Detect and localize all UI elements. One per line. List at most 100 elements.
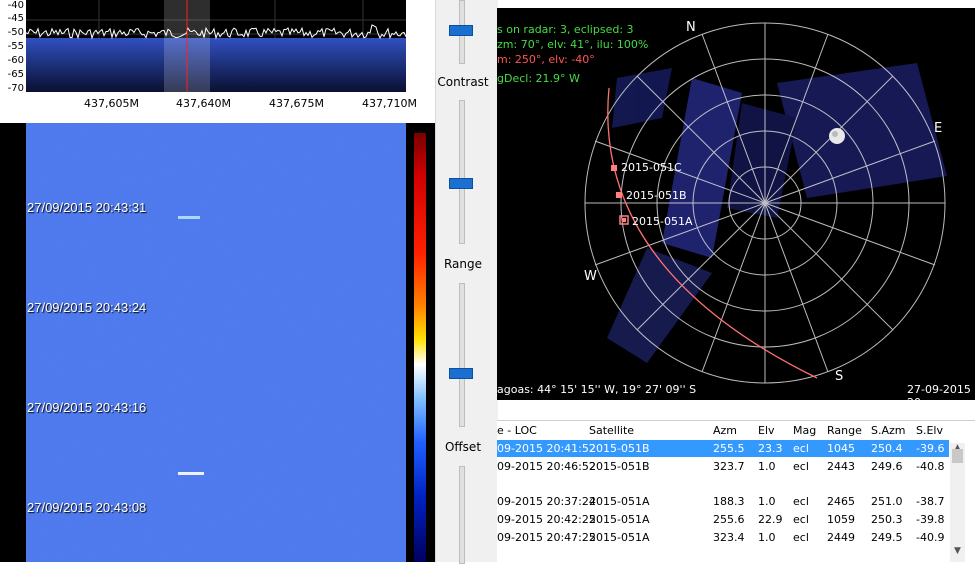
scroll-thumb[interactable] — [952, 449, 963, 463]
spectrum-x-label: 437,710M — [362, 97, 417, 110]
cell-satellite: 2015-051B — [589, 442, 650, 455]
column-header-elv[interactable]: Elv — [758, 424, 775, 437]
color-scale-bar — [414, 133, 426, 562]
cell-time: 09-2015 20:47:25 — [497, 531, 596, 544]
spectrum-y-label: -55 — [7, 41, 24, 52]
compass-north: N — [686, 20, 696, 35]
cell-elv: 1.0 — [758, 495, 776, 508]
column-header-mag[interactable]: Mag — [793, 424, 816, 437]
waterfall-timestamp: 27/09/2015 20:43:08 — [27, 500, 147, 515]
radar-view[interactable]: s on radar: 3, eclipsed: 3 zm: 70°, elv:… — [497, 8, 975, 400]
spectrum-y-label: -50 — [7, 27, 24, 38]
cell-elv: 22.9 — [758, 513, 783, 526]
cell-satellite: 2015-051A — [589, 531, 650, 544]
radar-info-line: zm: 70°, elv: 41°, ilu: 100% — [497, 38, 649, 51]
satellite-label[interactable]: 2015-051A — [632, 215, 692, 228]
cell-time: 09-2015 20:37:24 — [497, 495, 596, 508]
cell-azm: 255.5 — [713, 442, 745, 455]
contrast-slider-thumb[interactable] — [449, 25, 473, 36]
compass-west: W — [584, 269, 597, 284]
spectrum-plot[interactable] — [26, 0, 406, 92]
cell-range: 2465 — [827, 495, 855, 508]
radar-info-line: gDecl: 21.9° W — [497, 72, 580, 85]
spectrum-x-label: 437,640M — [176, 97, 231, 110]
cell-mag: ecl — [793, 442, 809, 455]
table-row[interactable]: 09-2015 20:42:25 2015-051A 255.6 22.9 ec… — [497, 511, 949, 528]
satellite-label[interactable]: 2015-051B — [626, 189, 687, 202]
waterfall-panel[interactable]: 27/09/2015 20:43:31 27/09/2015 20:43:24 … — [0, 123, 435, 562]
cell-selv: -39.8 — [916, 513, 945, 526]
spectrum-x-label: 437,675M — [269, 97, 324, 110]
cell-range: 2449 — [827, 531, 855, 544]
range-slider-track[interactable] — [459, 100, 465, 244]
cell-time: 09-2015 20:42:25 — [497, 513, 596, 526]
spectrum-x-label: 437,605M — [84, 97, 139, 110]
radar-info-line: s on radar: 3, eclipsed: 3 — [497, 23, 634, 36]
compass-east: E — [934, 121, 943, 136]
waterfall-display — [26, 123, 406, 562]
cell-range: 1045 — [827, 442, 855, 455]
column-header-azm[interactable]: Azm — [713, 424, 737, 437]
table-row[interactable]: 09-2015 20:46:52 2015-051B 323.7 1.0 ecl… — [497, 458, 949, 475]
cell-sazm: 250.3 — [871, 513, 903, 526]
cell-range: 1059 — [827, 513, 855, 526]
cell-satellite: 2015-051A — [589, 513, 650, 526]
column-header-selv[interactable]: S.Elv — [916, 424, 943, 437]
waterfall-timestamp: 27/09/2015 20:43:24 — [27, 300, 147, 315]
table-row[interactable]: 09-2015 20:47:25 2015-051A 323.4 1.0 ecl… — [497, 529, 949, 546]
cell-mag: ecl — [793, 495, 809, 508]
waterfall-timestamp: 27/09/2015 20:43:16 — [27, 400, 147, 415]
offset-slider-track[interactable] — [459, 283, 465, 427]
cell-selv: -40.8 — [916, 460, 945, 473]
pass-prediction-table[interactable]: e - LOC Satellite Azm Elv Mag Range S.Az… — [497, 420, 975, 563]
offset-label: Offset — [444, 440, 482, 454]
column-header-time[interactable]: e - LOC — [497, 424, 537, 437]
cell-time: 09-2015 20:41:52 — [497, 442, 596, 455]
cell-satellite: 2015-051A — [589, 495, 650, 508]
cell-azm: 188.3 — [713, 495, 745, 508]
radar-datetime: 27-09-2015 20 — [907, 383, 971, 400]
cell-elv: 1.0 — [758, 531, 776, 544]
cell-selv: -39.6 — [916, 442, 945, 455]
cell-mag: ecl — [793, 531, 809, 544]
cell-time: 09-2015 20:46:52 — [497, 460, 596, 473]
cell-elv: 23.3 — [758, 442, 783, 455]
radar-info-line: m: 250°, elv: -40° — [497, 53, 595, 66]
table-row[interactable]: 09-2015 20:41:52 2015-051B 255.5 23.3 ec… — [497, 440, 949, 457]
table-scrollbar[interactable]: ▲ ▼ — [950, 443, 965, 562]
cell-selv: -38.7 — [916, 495, 945, 508]
contrast-label: Contrast — [437, 75, 489, 89]
spectrum-y-label: -60 — [7, 55, 24, 66]
observer-location: agoas: 44° 15' 15'' W, 19° 27' 09'' S — [497, 383, 697, 396]
scroll-down-arrow-icon[interactable]: ▼ — [952, 546, 963, 560]
compass-south: S — [835, 369, 844, 384]
spectrum-panel[interactable]: -40 -45 -50 -55 -60 -65 -70 437,605M 437… — [0, 0, 435, 120]
range-label: Range — [443, 257, 483, 271]
spectrum-y-label: -65 — [7, 69, 24, 80]
spectrum-graph — [26, 0, 406, 92]
polar-radar-chart — [584, 22, 947, 384]
cell-azm: 323.7 — [713, 460, 745, 473]
display-controls: Contrast Range Offset — [435, 0, 498, 564]
satellite-background-image — [607, 63, 947, 363]
cell-satellite: 2015-051B — [589, 460, 650, 473]
spectrum-y-label: -45 — [7, 13, 24, 24]
cell-azm: 255.6 — [713, 513, 745, 526]
table-row[interactable]: 09-2015 20:37:24 2015-051A 188.3 1.0 ecl… — [497, 493, 949, 510]
satellite-marker — [611, 165, 617, 171]
offset-slider-thumb[interactable] — [449, 368, 473, 379]
cell-sazm: 250.4 — [871, 442, 903, 455]
cell-selv: -40.9 — [916, 531, 945, 544]
column-header-sazm[interactable]: S.Azm — [871, 424, 906, 437]
range-slider-thumb[interactable] — [449, 178, 473, 189]
satellite-marker — [616, 192, 622, 198]
extra-slider-track[interactable] — [459, 466, 465, 564]
cell-mag: ecl — [793, 460, 809, 473]
column-header-satellite[interactable]: Satellite — [589, 424, 634, 437]
column-header-range[interactable]: Range — [827, 424, 862, 437]
cell-sazm: 249.6 — [871, 460, 903, 473]
cell-azm: 323.4 — [713, 531, 745, 544]
satellite-label[interactable]: 2015-051C — [621, 161, 682, 174]
spectrum-y-label: -40 — [7, 0, 24, 11]
waterfall-timestamp: 27/09/2015 20:43:31 — [27, 200, 147, 215]
